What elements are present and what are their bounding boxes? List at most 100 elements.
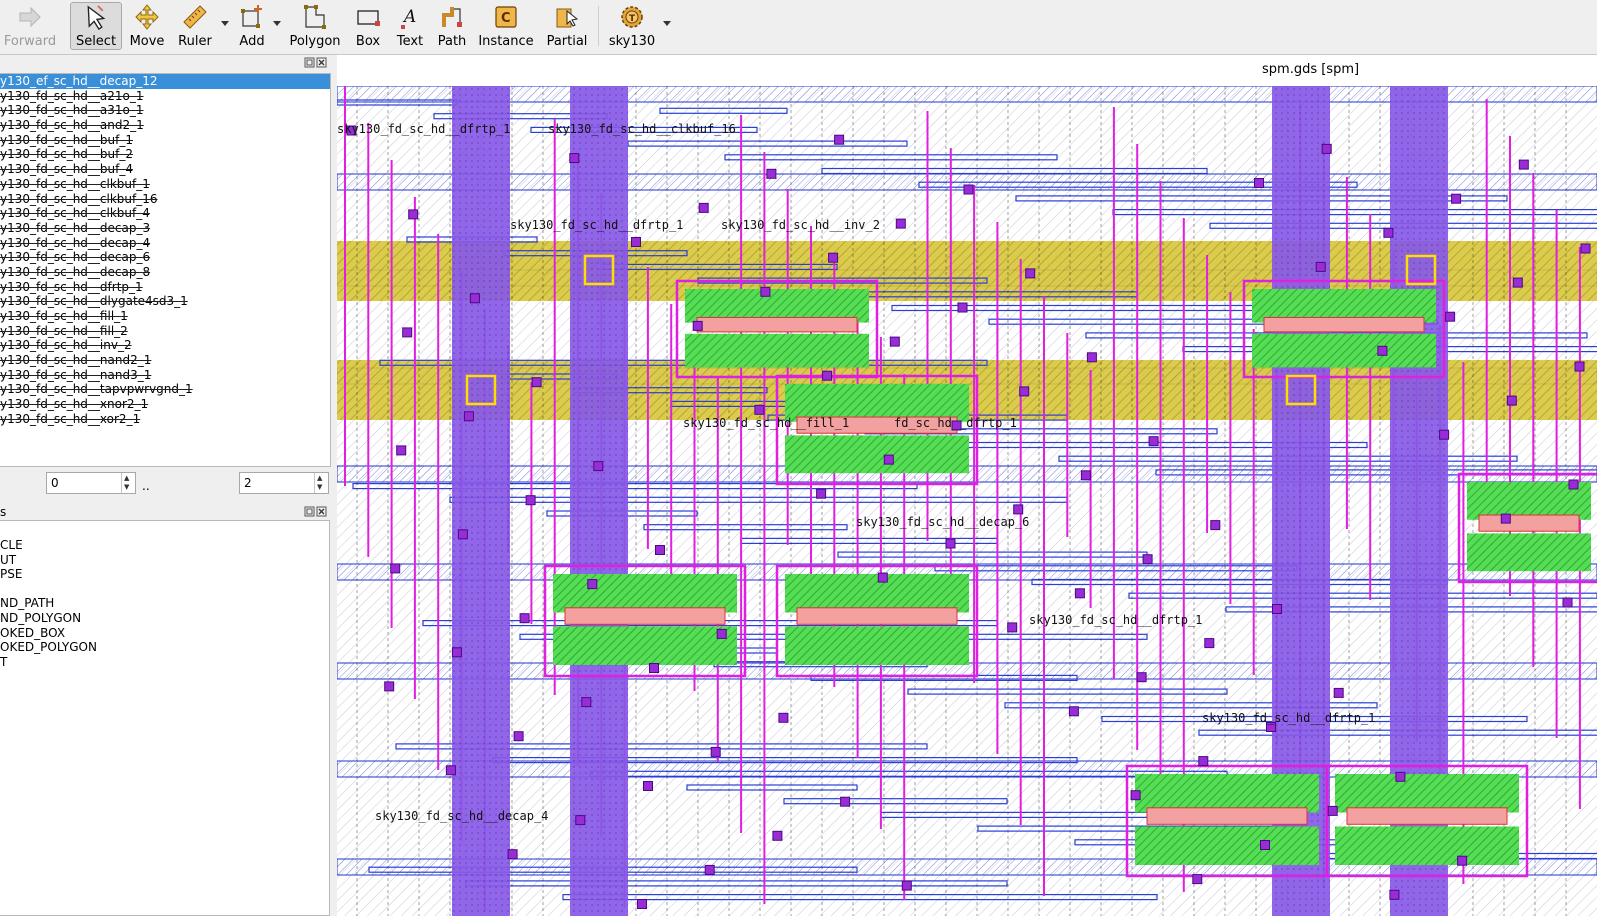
tap-column bbox=[570, 86, 628, 916]
spin-arrows-icon[interactable]: ▲ ▼ bbox=[121, 473, 135, 493]
cell-list-item[interactable]: y130_fd_sc_hd__and2_1 bbox=[0, 118, 330, 133]
cell-list-item[interactable]: y130_fd_sc_hd__xor2_1 bbox=[0, 412, 330, 427]
cell-list-item[interactable]: y130_fd_sc_hd__decap_4 bbox=[0, 236, 330, 251]
diffusion-block bbox=[1135, 826, 1319, 865]
move-button[interactable]: Move bbox=[124, 2, 170, 50]
via bbox=[631, 237, 641, 247]
cell-list-item[interactable]: y130_fd_sc_hd__buf_4 bbox=[0, 162, 330, 177]
cell-list-item[interactable]: y130_fd_sc_hd__decap_6 bbox=[0, 250, 330, 265]
via bbox=[1148, 436, 1159, 447]
ruler-button[interactable]: Ruler bbox=[172, 2, 218, 50]
cell-list-item[interactable]: y130_ef_sc_hd__decap_12 bbox=[0, 74, 330, 89]
via bbox=[1568, 479, 1579, 490]
diffusion-block bbox=[553, 626, 737, 665]
local-interconnect bbox=[1263, 316, 1425, 333]
via bbox=[1327, 805, 1338, 816]
via bbox=[507, 849, 518, 860]
cell-list-item[interactable]: y130_fd_sc_hd__fill_2 bbox=[0, 324, 330, 339]
add-dropdown-icon[interactable] bbox=[272, 18, 282, 28]
main-toolbar: Forward Select Move Ruler Add Polygon Bo… bbox=[0, 0, 1597, 55]
via bbox=[710, 746, 721, 757]
cell-list-item[interactable]: y130_fd_sc_hd__a31o_1 bbox=[0, 103, 330, 118]
add-button[interactable]: Add bbox=[232, 2, 272, 50]
shape-type-item[interactable]: OKED_POLYGON bbox=[0, 640, 329, 655]
cell-list-item[interactable]: y130_fd_sc_hd__xnor2_1 bbox=[0, 397, 330, 412]
cell-list-item[interactable]: y130_fd_sc_hd__buf_1 bbox=[0, 133, 330, 148]
spin-arrows-icon[interactable]: ▲ ▼ bbox=[314, 473, 328, 493]
cell-list-item[interactable]: y130_fd_sc_hd__nand2_1 bbox=[0, 353, 330, 368]
types-panel-dock-controls[interactable] bbox=[304, 506, 328, 518]
via bbox=[822, 370, 833, 381]
cell-list-item[interactable]: y130_fd_sc_hd__fill_1 bbox=[0, 309, 330, 324]
shape-type-list[interactable]: CLE UT PSE ND_PATH ND_POLYGON OKED_BOX OKED_P… bbox=[0, 520, 330, 916]
via bbox=[1136, 672, 1147, 683]
cell-panel-dock-controls[interactable] bbox=[304, 57, 328, 69]
local-interconnect bbox=[696, 316, 858, 333]
tech-label: sky130 bbox=[608, 34, 656, 49]
tech-button[interactable]: T sky130 bbox=[606, 2, 658, 50]
partial-select-icon bbox=[556, 8, 579, 28]
via bbox=[1451, 193, 1462, 204]
via bbox=[766, 168, 777, 179]
via bbox=[772, 830, 783, 841]
via bbox=[587, 579, 598, 590]
instance-button[interactable]: C Instance bbox=[478, 2, 534, 50]
diffusion-block bbox=[1135, 774, 1319, 813]
via bbox=[1192, 874, 1203, 885]
cell-list-item[interactable]: y130_fd_sc_hd__inv_2 bbox=[0, 338, 330, 353]
hier-to-spinbox[interactable]: 2 ▲ ▼ bbox=[239, 472, 329, 494]
shape-type-item[interactable]: PSE bbox=[0, 567, 329, 582]
cell-list-item[interactable]: y130_fd_sc_hd__decap_3 bbox=[0, 221, 330, 236]
cell-list-item[interactable]: y130_fd_sc_hd__nand3_1 bbox=[0, 368, 330, 383]
path-button[interactable]: Path bbox=[434, 2, 470, 50]
diffusion-block bbox=[685, 333, 869, 368]
select-button[interactable]: Select bbox=[70, 2, 122, 50]
cell-list[interactable]: y130_ef_sc_hd__decap_12 y130_fd_sc_hd__a2… bbox=[0, 73, 331, 467]
cell-list-item[interactable]: y130_fd_sc_hd__clkbuf_16 bbox=[0, 192, 330, 207]
hier-from-spinbox[interactable]: 0 ▲ ▼ bbox=[46, 472, 136, 494]
text-button[interactable]: A Text bbox=[392, 2, 428, 50]
shape-type-item[interactable]: ND_PATH bbox=[0, 596, 329, 611]
ruler-dropdown-icon[interactable] bbox=[220, 18, 230, 28]
cell-list-item[interactable]: y130_fd_sc_hd__tapvpwrvgnd_1 bbox=[0, 382, 330, 397]
shape-type-item[interactable]: T bbox=[0, 655, 329, 670]
polygon-button[interactable]: Polygon bbox=[289, 2, 341, 50]
cell-list-item[interactable]: y130_fd_sc_hd__decap_8 bbox=[0, 265, 330, 280]
via bbox=[834, 134, 845, 145]
layout-canvas-area[interactable]: spm.gds [spm] sky130_fd_sc_hd__dfrtp_1 s… bbox=[337, 55, 1597, 916]
via bbox=[569, 153, 580, 164]
via bbox=[840, 796, 851, 807]
cell-label: sky130_fd_sc_hd__dfrtp_1 bbox=[337, 122, 510, 136]
text-a-icon: A bbox=[401, 7, 416, 29]
via bbox=[1457, 855, 1468, 866]
forward-button[interactable]: Forward bbox=[4, 2, 56, 50]
via bbox=[1272, 604, 1282, 614]
shape-type-item[interactable] bbox=[0, 582, 329, 597]
shape-type-item[interactable]: ND_POLYGON bbox=[0, 611, 329, 626]
layout-view[interactable]: sky130_fd_sc_hd__dfrtp_1 sky130_fd_sc_hd_… bbox=[337, 86, 1597, 916]
forward-arrow-icon bbox=[19, 6, 41, 28]
shape-type-item[interactable]: OKED_BOX bbox=[0, 626, 329, 641]
path-icon bbox=[442, 7, 462, 27]
cell-list-item[interactable]: y130_fd_sc_hd__dfrtp_1 bbox=[0, 280, 330, 295]
cell-list-item[interactable]: y130_fd_sc_hd__clkbuf_4 bbox=[0, 206, 330, 221]
box-button[interactable]: Box bbox=[348, 2, 388, 50]
shape-type-item[interactable]: CLE bbox=[0, 538, 329, 553]
polygon-label: Polygon bbox=[289, 34, 341, 49]
cell-list-item[interactable]: y130_fd_sc_hd__clkbuf_1 bbox=[0, 177, 330, 192]
shape-type-item[interactable]: UT bbox=[0, 553, 329, 568]
via bbox=[895, 218, 906, 229]
add-shape-icon bbox=[241, 5, 262, 28]
cell-list-item[interactable]: y130_fd_sc_hd__a21o_1 bbox=[0, 89, 330, 104]
cell-list-item[interactable]: y130_fd_sc_hd__buf_2 bbox=[0, 147, 330, 162]
cell-label: sky130_fd_sc_hd__dfrtp_1 bbox=[1029, 613, 1202, 627]
cell-list-item[interactable]: y130_fd_sc_hd__dlygate4sd3_1 bbox=[0, 294, 330, 309]
partial-button[interactable]: Partial bbox=[544, 2, 590, 50]
via bbox=[1315, 261, 1326, 272]
diffusion-block bbox=[785, 435, 969, 474]
tech-dropdown-icon[interactable] bbox=[662, 18, 672, 28]
via bbox=[816, 488, 827, 499]
via bbox=[945, 538, 956, 549]
via bbox=[531, 377, 542, 388]
canvas-title-bar: spm.gds [spm] bbox=[337, 55, 1597, 85]
